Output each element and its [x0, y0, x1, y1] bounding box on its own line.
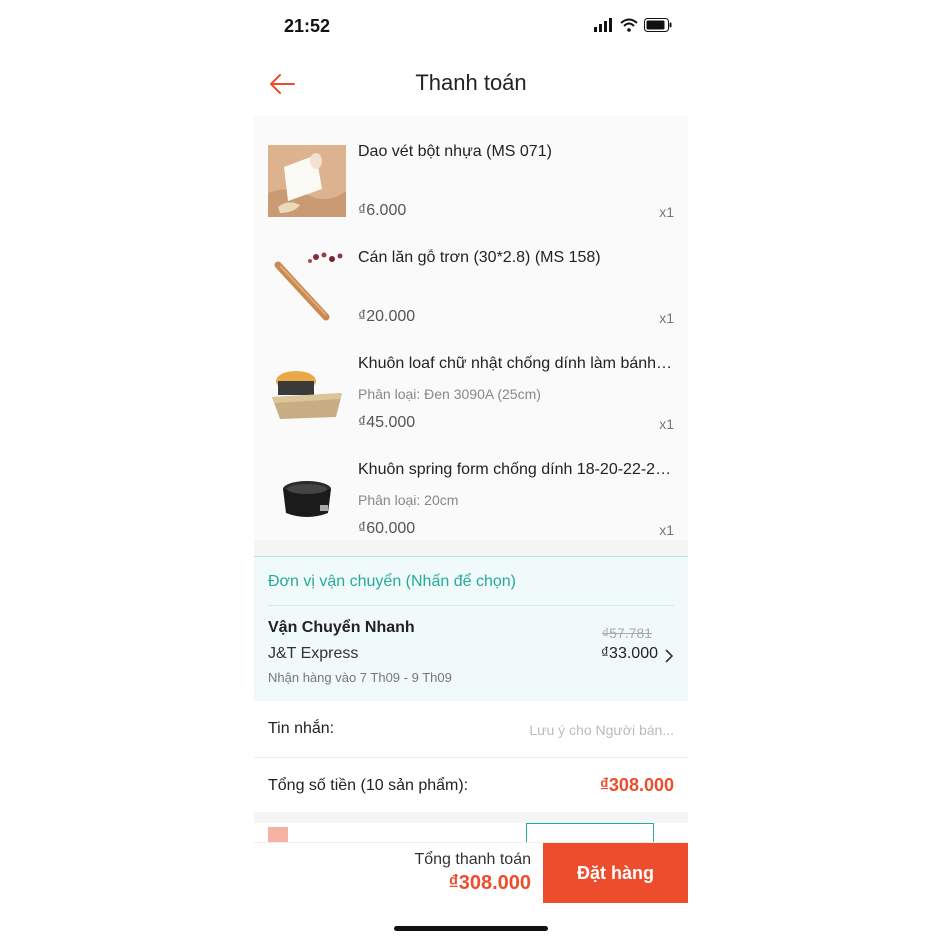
- product-name: Cán lăn gỗ trơn (30*2.8) (MS 158): [358, 249, 601, 266]
- product-variant: Phân loại: Đen 3090A (25cm): [358, 386, 541, 402]
- product-item[interactable]: Khuôn loaf chữ nhật chống dính làm bánh …: [254, 328, 688, 434]
- checkout-bar: Tổng thanh toán ₫308.000 Đặt hàng: [254, 842, 688, 903]
- divider: [268, 605, 674, 606]
- product-quantity: x1: [659, 416, 674, 432]
- product-image: [268, 145, 346, 217]
- product-name: Khuôn spring form chống dính 18-20-22-24…: [358, 461, 674, 478]
- home-indicator[interactable]: [394, 926, 548, 931]
- header: Thanh toán: [254, 52, 688, 116]
- product-item[interactable]: Dao vét bột nhựa (MS 071) ₫6.000 x1: [254, 116, 688, 222]
- product-price: ₫20.000: [358, 308, 416, 325]
- shipping-old-price: ₫57.781: [601, 625, 652, 641]
- shipping-delivery-date: Nhận hàng vào 7 Th09 - 9 Th09: [268, 670, 452, 685]
- shipping-title: Đơn vị vận chuyển (Nhấn để chọn): [268, 573, 516, 590]
- message-row: Tin nhắn:: [254, 701, 688, 758]
- message-input[interactable]: [474, 719, 674, 741]
- page-title: Thanh toán: [415, 70, 527, 95]
- shipping-method: Vận Chuyển Nhanh: [268, 619, 415, 636]
- product-image: [268, 251, 346, 323]
- place-order-button[interactable]: Đặt hàng: [543, 843, 688, 903]
- shipping-carrier: J&T Express: [268, 645, 359, 662]
- product-item[interactable]: Khuôn spring form chống dính 18-20-22-24…: [254, 434, 688, 540]
- product-price: ₫60.000: [358, 520, 416, 537]
- message-label: Tin nhắn:: [268, 720, 335, 737]
- wifi-icon: [620, 18, 638, 32]
- signal-icon: [594, 18, 612, 32]
- product-image: [268, 463, 346, 535]
- shipping-section[interactable]: Đơn vị vận chuyển (Nhấn để chọn) Vận Chu…: [254, 556, 688, 703]
- total-payment-amount: ₫308.000: [448, 872, 531, 894]
- voucher-select-box[interactable]: [526, 823, 654, 842]
- status-bar: 21:52: [254, 0, 688, 52]
- status-icons: [594, 18, 672, 32]
- battery-icon: [644, 18, 672, 32]
- voucher-icon: [268, 827, 288, 842]
- next-section-preview: [254, 823, 688, 842]
- shipping-price: ₫33.000: [600, 645, 658, 662]
- product-variant: Phân loại: 20cm: [358, 492, 459, 508]
- order-total-amount: ₫308.000: [599, 775, 674, 795]
- status-time: 21:52: [284, 16, 331, 36]
- product-quantity: x1: [659, 204, 674, 220]
- product-name: Khuôn loaf chữ nhật chống dính làm bánh …: [358, 355, 674, 372]
- product-quantity: x1: [659, 310, 674, 326]
- product-price: ₫45.000: [358, 414, 416, 431]
- product-image: [268, 357, 346, 429]
- product-quantity: x1: [659, 522, 674, 538]
- product-price: ₫6.000: [358, 202, 407, 219]
- product-item[interactable]: Cán lăn gỗ trơn (30*2.8) (MS 158) ₫20.00…: [254, 222, 688, 328]
- checkout-content: Dao vét bột nhựa (MS 071) ₫6.000 x1 Cán …: [254, 116, 688, 842]
- order-total-row: Tổng số tiền (10 sản phẩm): ₫308.000: [254, 758, 688, 812]
- order-total-label: Tổng số tiền (10 sản phẩm):: [268, 777, 469, 794]
- total-payment-label: Tổng thanh toán: [414, 851, 531, 868]
- chevron-right-icon: [665, 649, 674, 663]
- product-name: Dao vét bột nhựa (MS 071): [358, 143, 552, 160]
